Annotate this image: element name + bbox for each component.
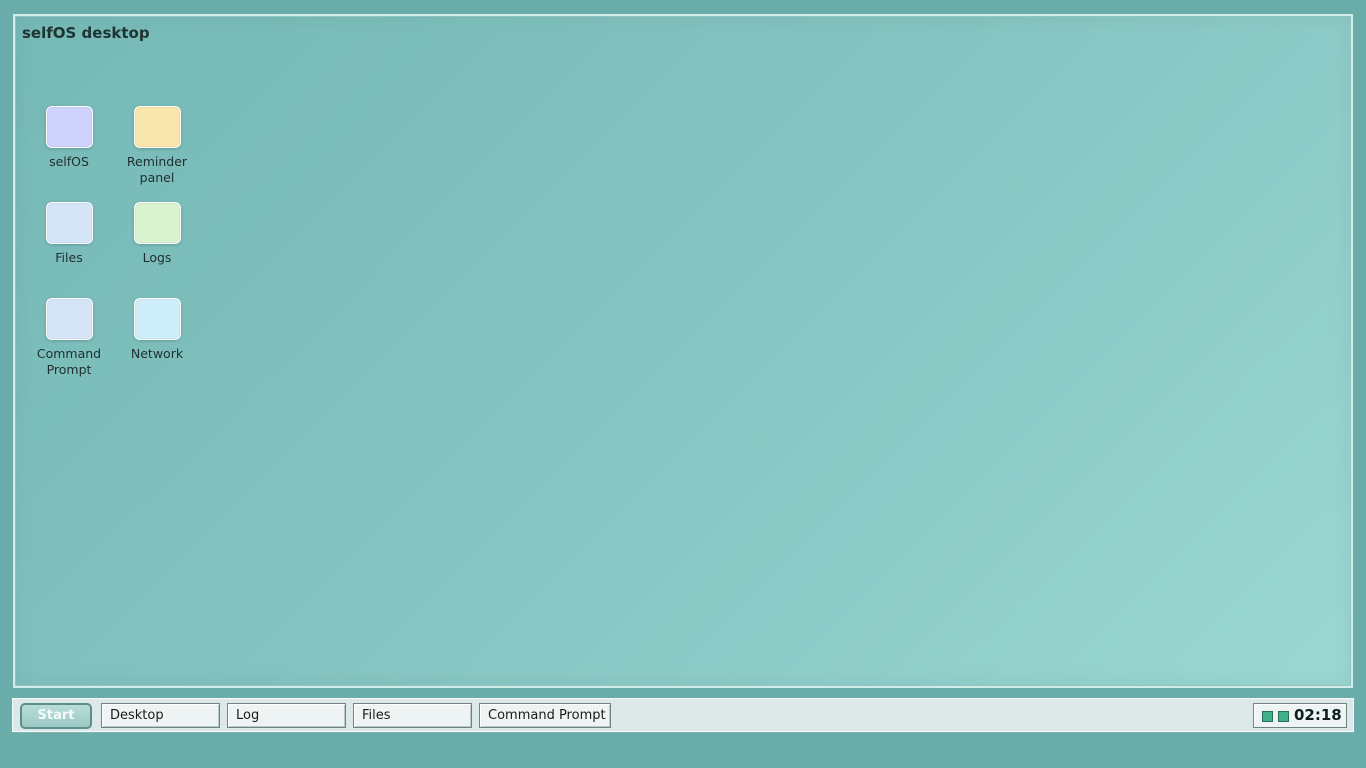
reminder-panel-icon [133,106,181,148]
desktop-icon-reminder-panel[interactable]: Reminder panel [115,106,199,186]
logs-icon [133,202,181,244]
status-indicator-icon [1262,711,1273,722]
status-indicator-icon [1278,711,1289,722]
desktop-title: selfOS desktop [22,24,150,42]
files-icon [45,202,93,244]
network-icon [133,298,181,340]
selfos-app-icon [45,106,93,148]
desktop-icon-label: Command Prompt [36,346,102,377]
command-prompt-icon [45,298,93,340]
taskbar: Start Desktop Log Files Command Prompt 0… [12,698,1354,732]
taskbar-button-command-prompt[interactable]: Command Prompt [479,703,611,728]
system-tray: 02:18 [1253,703,1347,728]
clock[interactable]: 02:18 [1294,704,1342,727]
start-button[interactable]: Start [20,703,92,729]
taskbar-button-desktop[interactable]: Desktop [101,703,220,728]
desktop-icon-files[interactable]: Files [27,202,111,266]
taskbar-button-files[interactable]: Files [353,703,472,728]
desktop-icon-command-prompt[interactable]: Command Prompt [27,298,111,378]
desktop-area[interactable]: selfOS desktop selfOS Reminder panel File… [13,14,1353,688]
taskbar-button-log[interactable]: Log [227,703,346,728]
desktop-icon-selfos[interactable]: selfOS [27,106,111,170]
desktop-icon-logs[interactable]: Logs [115,202,199,266]
desktop-icon-label: selfOS [49,154,89,169]
desktop-icon-label: Logs [142,250,172,265]
desktop-icon-label: Reminder panel [126,154,188,185]
desktop-icon-network[interactable]: Network [115,298,199,362]
desktop-icon-label: Files [55,250,83,265]
desktop-icon-label: Network [130,346,184,361]
